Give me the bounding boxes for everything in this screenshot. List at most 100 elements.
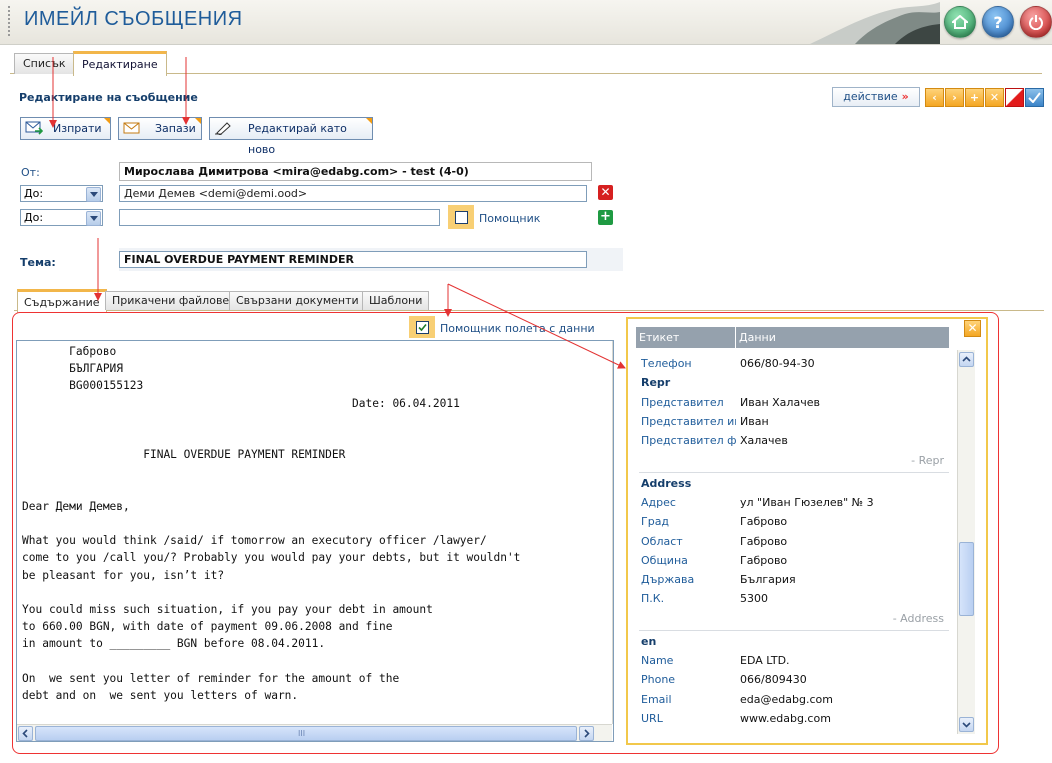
double-chevron-icon: » [901, 90, 909, 103]
field-value: Иван [740, 415, 769, 428]
field-value: България [740, 573, 796, 586]
data-column-header: Данни [739, 331, 776, 344]
assistant-checkbox[interactable] [455, 211, 468, 224]
page-title: ИМЕЙЛ СЪОБЩЕНИЯ [24, 8, 243, 30]
group-divider [639, 472, 949, 473]
bird-logo-icon [810, 2, 940, 44]
save-as-new-label: Редактирай като ново [248, 122, 347, 156]
message-body-text[interactable]: Габрово БЪЛГАРИЯ BG000155123 Date: 06.04… [22, 343, 520, 704]
send-label: Изпрати [53, 122, 102, 135]
to-field-empty[interactable] [119, 209, 440, 226]
recipient-type-value: До: [24, 211, 44, 224]
confirm-icon[interactable] [1025, 88, 1044, 107]
field-value: www.edabg.com [740, 712, 831, 725]
group-title: en [641, 635, 657, 648]
helper-label[interactable]: Помощник полета с данни [440, 322, 595, 335]
next-button[interactable]: › [945, 88, 964, 107]
field-label: Област [641, 535, 683, 548]
field-value: ул "Иван Гюзелев" № 3 [740, 496, 874, 509]
tab-edit[interactable]: Редактиране [73, 51, 167, 76]
chevron-down-icon[interactable] [86, 211, 101, 226]
hscroll-thumb[interactable]: III [35, 726, 577, 741]
group-title: Repr [641, 376, 671, 389]
action-label: действие [843, 90, 898, 103]
group-divider [639, 630, 949, 631]
subject-field[interactable]: FINAL OVERDUE PAYMENT REMINDER [119, 251, 587, 268]
field-label: URL [641, 712, 663, 725]
subtabs-divider [14, 310, 1044, 311]
action-button[interactable]: действие» [832, 87, 920, 107]
scroll-down-icon[interactable] [959, 717, 974, 732]
field-value: 5300 [740, 592, 768, 605]
panel-close-button[interactable]: ✕ [964, 320, 981, 337]
send-button[interactable]: Изпрати [20, 117, 111, 140]
power-icon[interactable] [1020, 6, 1052, 38]
group-footer: - Address [892, 612, 944, 625]
tab-content[interactable]: Съдържание [17, 289, 107, 313]
from-label: От: [21, 166, 40, 179]
editor-horizontal-scrollbar[interactable]: III [17, 724, 612, 741]
scroll-left-icon[interactable] [18, 726, 33, 741]
cancel-icon[interactable] [1005, 88, 1024, 107]
add-button[interactable]: + [965, 88, 984, 107]
group-footer: - Repr [911, 454, 944, 467]
message-body-editor[interactable]: Габрово БЪЛГАРИЯ BG000155123 Date: 06.04… [16, 340, 614, 742]
field-value: Иван Халачев [740, 396, 820, 409]
recipient-type-value: До: [24, 187, 44, 200]
field-value: Габрово [740, 554, 788, 567]
save-as-new-button[interactable]: Редактирай като ново [209, 117, 373, 156]
scroll-right-icon[interactable] [579, 726, 594, 741]
save-button[interactable]: Запази [118, 117, 202, 140]
field-label: Адрес [641, 496, 676, 509]
field-value: Габрово [740, 535, 788, 548]
help-icon[interactable]: ? [982, 6, 1014, 38]
add-recipient-button[interactable]: + [598, 210, 613, 225]
remove-recipient-button[interactable]: ✕ [598, 185, 613, 200]
hscroll-grip: III [298, 729, 306, 738]
group-title: Address [641, 477, 692, 490]
help-glyph: ? [993, 12, 1003, 32]
chevron-down-icon[interactable] [86, 187, 101, 202]
tab-linked-documents[interactable]: Свързани документи [229, 291, 366, 310]
tab-list[interactable]: Списък [14, 53, 75, 74]
editor-vertical-scrollbar[interactable]: ≡ [612, 341, 613, 724]
subject-label: Тема: [20, 256, 56, 269]
field-label: Представител фам [641, 434, 736, 447]
field-label: Представител [641, 396, 724, 409]
field-label: Phone [641, 673, 676, 686]
recipient-type-select[interactable]: До: [20, 185, 103, 202]
field-label: П.К. [641, 592, 665, 605]
field-value: Габрово [740, 515, 788, 528]
close-button[interactable]: ✕ [985, 88, 1004, 107]
label-column-header: Етикет [639, 331, 680, 344]
field-value: EDA LTD. [740, 654, 790, 667]
header-grip [8, 6, 12, 36]
panel-vertical-scrollbar[interactable] [957, 350, 975, 734]
field-value: eda@edabg.com [740, 693, 833, 706]
recipient-type-select[interactable]: До: [20, 209, 103, 226]
panel-table-header: Етикет Данни [636, 327, 949, 348]
assistant-label[interactable]: Помощник [479, 212, 540, 225]
home-icon[interactable] [944, 6, 976, 38]
data-fields-list: Телефон 066/80-94-30 Repr Представител Ив… [636, 352, 956, 735]
tab-templates[interactable]: Шаблони [362, 291, 430, 310]
field-value: Халачев [740, 434, 788, 447]
field-value: 066/809430 [740, 673, 807, 686]
envelope-save-icon [123, 122, 140, 134]
tab-attachments[interactable]: Прикачени файлове [105, 291, 237, 310]
field-label: Град [641, 515, 670, 528]
field-label: Представител име [641, 415, 736, 428]
field-label: Община [641, 554, 688, 567]
previous-button[interactable]: ‹ [925, 88, 944, 107]
field-label: Телефон [641, 357, 692, 370]
from-field[interactable]: Мирослава Димитрова <mira@edabg.com> - t… [119, 162, 592, 181]
scroll-up-icon[interactable] [959, 352, 974, 367]
helper-checkbox[interactable] [416, 321, 429, 334]
pen-icon [215, 122, 231, 135]
save-label: Запази [155, 122, 196, 135]
to-field[interactable]: Деми Демев <demi@demi.ood> [119, 185, 587, 202]
envelope-send-icon [25, 121, 43, 135]
section-title: Редактиране на съобщение [19, 91, 198, 104]
scroll-thumb[interactable] [959, 542, 974, 616]
field-label: Държава [641, 573, 695, 586]
